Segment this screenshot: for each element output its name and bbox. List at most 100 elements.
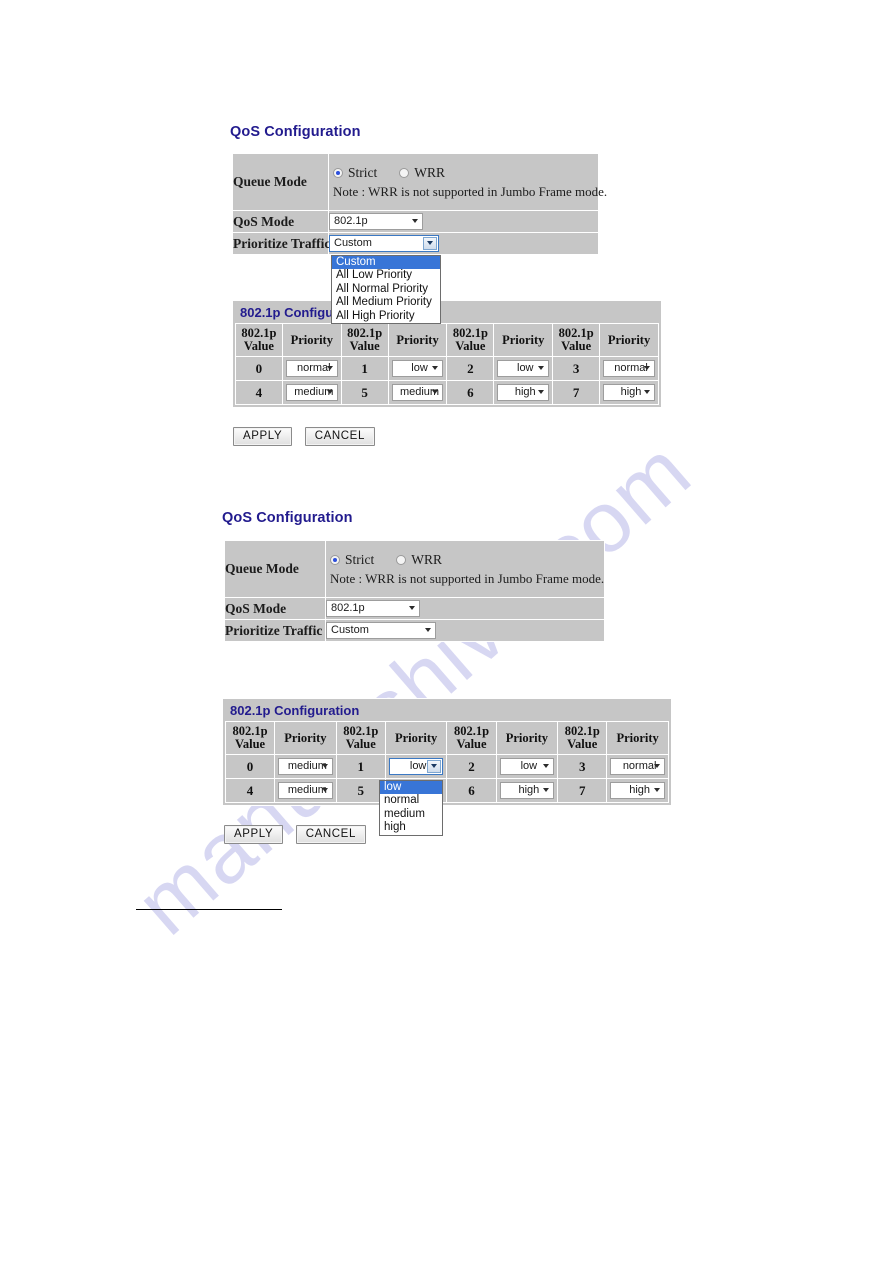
priority-select[interactable]: normal [285,359,338,377]
chevron-down-icon [654,764,660,769]
col-header-line2: Value [349,339,380,353]
priority-select[interactable]: high [497,383,550,401]
dropdown-option[interactable]: high [380,821,442,834]
chevron-down-icon [654,788,660,793]
priority-select[interactable]: low [497,359,550,377]
dropdown-option[interactable]: normal [380,794,442,807]
radio-wrr-top[interactable] [399,167,410,178]
col-header-line1: 802.1p [558,326,594,340]
radio-strict-label-bottom: Strict [345,551,375,567]
priority-select[interactable]: low [391,359,444,377]
priority-select[interactable]: high [603,383,655,401]
button-row-bottom: APPLY CANCEL [224,824,366,844]
priority-select[interactable]: medium [285,383,338,401]
priority-select-open[interactable]: low [388,757,444,775]
chevron-down-icon [644,366,650,371]
prioritize-traffic-dropdown-list[interactable]: Custom All Low Priority All Normal Prior… [331,255,441,324]
col-header-line1: 802.1p [564,724,600,738]
p8021-priority-cell: medium [274,778,337,803]
dropdown-option[interactable]: All Normal Priority [332,283,440,296]
priority-dropdown-list[interactable]: low normal medium high [379,780,443,836]
radio-strict-top[interactable] [333,167,343,178]
chevron-down-icon [425,628,431,633]
queue-mode-row-bottom: Queue Mode Strict WRR Note : WRR is not … [224,540,605,598]
queue-mode-radio-group-top[interactable]: Strict WRR [329,163,598,182]
cancel-button-top[interactable]: CANCEL [304,427,375,446]
chevron-down-icon [431,764,438,769]
watermark-text: manualshive.com [118,422,710,954]
priority-select[interactable]: medium [278,757,333,775]
p8021-priority-cell: low [387,356,448,381]
col-header-value-3: 802.1p Value [446,721,497,755]
col-header-line2: Value [243,339,274,353]
qos-mode-value-top: 802.1p [328,210,599,233]
table-row: 0 normal 1 low 2 low 3 normal [235,356,659,381]
priority-select[interactable]: normal [603,359,655,377]
chevron-down-icon [432,390,439,395]
apply-button-bottom[interactable]: APPLY [224,825,284,844]
col-header-line1: 802.1p [452,326,488,340]
col-header-priority-3: Priority [493,323,554,357]
prioritize-traffic-select-bottom[interactable]: Custom [326,621,436,639]
prioritize-traffic-label-top: Prioritize Traffic [232,232,330,255]
priority-select-value: high [514,385,536,398]
col-header-value-1: 802.1p Value [235,323,283,357]
prioritize-traffic-row-top: Prioritize Traffic Custom [232,232,599,255]
priority-select[interactable]: medium [278,781,333,799]
p8021-table-top: 802.1p Value Priority 802.1p Value Prior… [235,323,659,405]
p8021-value-cell: 7 [552,380,601,405]
qos-heading-top-wrap: QoS Configuration [230,124,361,140]
prioritize-traffic-label-bottom: Prioritize Traffic [224,619,326,642]
dropdown-option[interactable]: All Low Priority [332,269,440,282]
priority-select-value: low [411,361,428,374]
cancel-button-bottom[interactable]: CANCEL [295,825,366,844]
col-header-line2: Value [456,737,487,751]
priority-select[interactable]: high [610,781,665,799]
col-header-priority-4: Priority [606,721,669,755]
chevron-down-icon [321,764,328,769]
p8021-value-cell: 2 [446,754,497,779]
col-header-line2: Value [561,339,592,353]
apply-button-top[interactable]: APPLY [233,427,293,446]
priority-select[interactable]: medium [391,383,444,401]
priority-select[interactable]: low [499,757,555,775]
radio-wrr-bottom[interactable] [396,554,407,565]
dropdown-option[interactable]: medium [380,808,442,821]
queue-mode-radio-group-bottom[interactable]: Strict WRR [326,550,604,569]
p8021-value-cell: 3 [552,356,601,381]
p8021-priority-cell: high [493,380,554,405]
col-header-line1: 802.1p [453,724,490,738]
footnote-separator [136,909,282,910]
priority-select-value: low [409,759,427,772]
radio-strict-bottom[interactable] [330,554,340,565]
p8021-priority-cell: high [599,380,659,405]
p8021-value-cell: 3 [557,754,608,779]
dropdown-option[interactable]: Custom [332,256,440,270]
dropdown-option[interactable]: low [380,781,442,795]
page-title-bottom: QoS Configuration [222,510,353,526]
col-header-priority-1: Priority [281,323,342,357]
prioritize-traffic-select-top[interactable]: Custom [329,234,439,252]
priority-select[interactable]: high [499,781,555,799]
p8021-value-cell: 6 [446,380,495,405]
dropdown-option[interactable]: All High Priority [332,310,440,323]
qos-mode-select-bottom[interactable]: 802.1p [326,599,420,617]
col-header-value-1: 802.1p Value [224,721,276,755]
dropdown-option[interactable]: All Medium Priority [332,296,440,309]
p8021-priority-cell: medium [281,380,342,405]
p8021-config-panel-bottom: 802.1p Configuration 802.1p Value Priori… [222,698,672,806]
col-header-priority-2: Priority [387,323,448,357]
col-header-line2: Value [345,737,376,751]
col-header-line1: 802.1p [347,326,383,340]
priority-select[interactable]: normal [610,757,665,775]
prioritize-traffic-value-bottom: Custom [325,619,605,642]
chevron-down-icon [543,764,550,769]
p8021-priority-cell: low [493,356,554,381]
queue-mode-row-top: Queue Mode Strict WRR Note : WRR is not … [232,153,607,211]
p8021-priority-cell: high [606,778,669,803]
col-header-value-4: 802.1p Value [552,323,601,357]
qos-mode-select-top[interactable]: 802.1p [329,212,423,230]
table-header-row: 802.1p Value Priority 802.1p Value Prior… [224,721,669,755]
table-row: 4 medium 5 6 high 7 high [224,778,669,803]
p8021-priority-cell: high [495,778,559,803]
